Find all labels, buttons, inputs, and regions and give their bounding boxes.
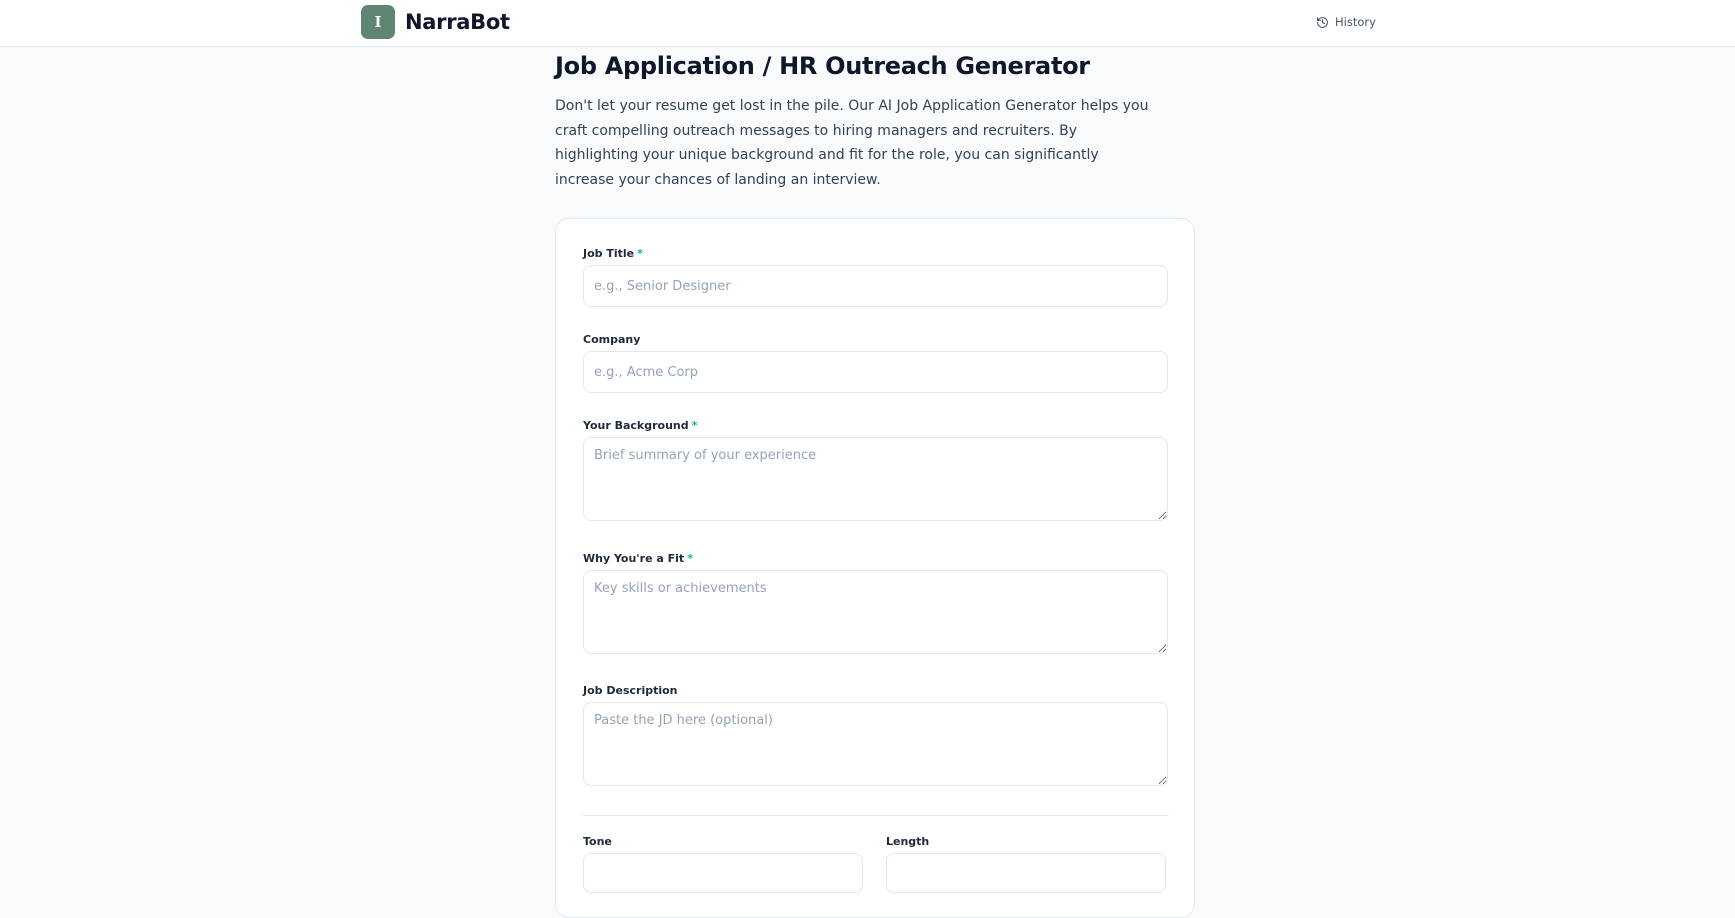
page-title: Job Application / HR Outreach Generator: [555, 52, 1090, 80]
page-intro: Don't let your resume get lost in the pi…: [555, 98, 1149, 188]
form-divider: [583, 815, 1168, 816]
top-navigation-bar: I NarraBot History: [0, 0, 1735, 47]
history-label: History: [1335, 15, 1376, 29]
fit-textarea[interactable]: [583, 570, 1168, 654]
fit-label: Why You're a Fit *: [583, 552, 693, 565]
app-name: NarraBot: [405, 10, 510, 34]
fit-label-text: Why You're a Fit: [583, 552, 685, 565]
length-label: Length: [886, 835, 930, 848]
job-title-label: Job Title *: [583, 247, 643, 260]
tone-label: Tone: [583, 835, 612, 848]
company-label: Company: [583, 333, 641, 346]
tone-select[interactable]: [583, 853, 863, 893]
background-label: Your Background *: [583, 419, 697, 432]
job-description-label: Job Description: [583, 684, 678, 697]
history-clock-icon: [1317, 16, 1328, 28]
job-title-label-text: Job Title: [583, 247, 635, 260]
required-marker: *: [691, 419, 698, 432]
background-textarea[interactable]: [583, 437, 1168, 521]
job-title-input[interactable]: [583, 265, 1168, 307]
app-logo[interactable]: I NarraBot: [361, 5, 510, 39]
generator-form-card: Job Title* Company Your Background* Why …: [555, 218, 1195, 918]
required-marker: *: [687, 552, 693, 565]
required-marker: *: [637, 247, 643, 260]
history-button[interactable]: History: [1316, 12, 1376, 32]
job-description-textarea[interactable]: [583, 702, 1168, 786]
background-label-text: Your Background: [583, 419, 689, 432]
length-select[interactable]: [886, 853, 1166, 893]
logo-icon: I: [361, 5, 395, 39]
company-input[interactable]: [583, 351, 1168, 393]
